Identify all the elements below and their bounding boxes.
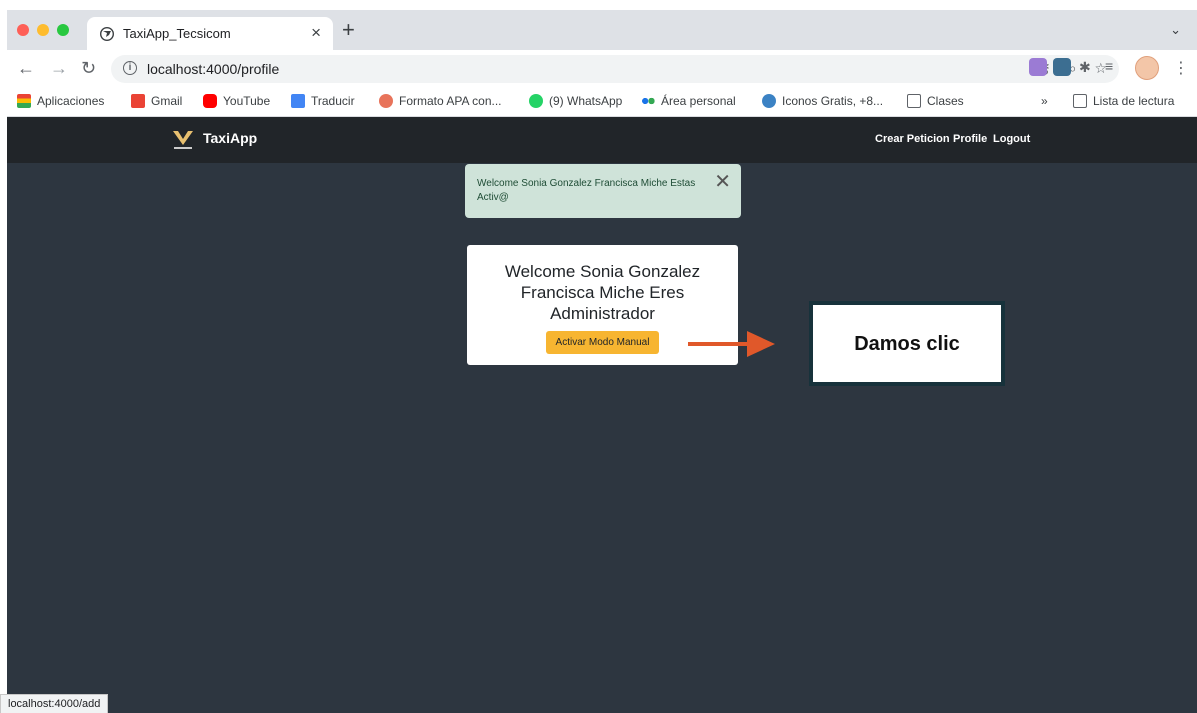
extensions-puzzle-icon[interactable]: ✱ — [1079, 59, 1091, 76]
activar-modo-manual-button[interactable]: Activar Modo Manual — [545, 331, 660, 354]
globe-icon — [100, 27, 114, 41]
reading-list-button[interactable]: Lista de lectura — [1073, 94, 1174, 108]
browser-menu-icon[interactable]: ⋮ — [1173, 58, 1189, 78]
minimize-window-button[interactable] — [37, 24, 49, 36]
apa-icon — [379, 94, 393, 108]
nav-crear-peticion[interactable]: Crear Peticion — [875, 133, 950, 145]
back-arrow-icon[interactable]: ← — [17, 58, 35, 78]
forward-arrow-icon[interactable]: → — [50, 58, 68, 78]
browser-toolbar: ← → ↻ i localhost:4000/profile ⚷ ⌕ ☆ ✱ ≡… — [7, 50, 1197, 87]
taxiapp-logo-icon[interactable] — [171, 129, 195, 151]
gmail-icon — [131, 94, 145, 108]
browser-window: TaxiApp_Tecsicom × + ⌄ ← → ↻ i localhost… — [7, 10, 1197, 713]
tab-search-chevron-icon[interactable]: ⌄ — [1170, 22, 1181, 38]
address-bar[interactable]: i localhost:4000/profile ⚷ ⌕ ☆ — [111, 55, 1119, 83]
profile-avatar[interactable] — [1135, 56, 1159, 80]
bookmark-iconos[interactable]: Iconos Gratis, +8... — [762, 94, 883, 108]
nav-logout[interactable]: Logout — [993, 133, 1030, 145]
welcome-card: Welcome Sonia Gonzalez Francisca Miche E… — [467, 245, 738, 365]
tab-title: TaxiApp_Tecsicom — [123, 26, 231, 41]
extension-glasses-icon[interactable] — [1029, 58, 1047, 76]
whatsapp-icon — [529, 94, 543, 108]
bookmark-clases[interactable]: Clases — [907, 94, 964, 108]
tab-strip: TaxiApp_Tecsicom × + ⌄ — [7, 10, 1197, 50]
bookmark-apps[interactable]: Aplicaciones — [17, 94, 104, 108]
annotation-arrow-head-icon — [747, 331, 775, 357]
folder-icon — [907, 94, 921, 108]
reading-mode-icon[interactable]: ≡ — [1105, 58, 1113, 74]
bookmarks-bar: Aplicaciones Gmail YouTube Traducir Form… — [7, 87, 1197, 117]
extension-pen-icon[interactable] — [1053, 58, 1071, 76]
reload-icon[interactable]: ↻ — [81, 58, 96, 78]
brand-name[interactable]: TaxiApp — [203, 130, 257, 146]
url-text[interactable]: localhost:4000/profile — [147, 61, 279, 77]
dots-icon — [641, 94, 655, 108]
tab-close-icon[interactable]: × — [311, 23, 321, 43]
nav-profile[interactable]: Profile — [953, 133, 987, 145]
reading-list-icon — [1073, 94, 1087, 108]
youtube-icon — [203, 94, 217, 108]
annotation-arrow-line — [688, 342, 748, 346]
annotation-callout: Damos clic — [809, 301, 1005, 386]
status-url-bubble: localhost:4000/add — [0, 694, 109, 713]
browser-tab[interactable]: TaxiApp_Tecsicom × — [87, 17, 333, 50]
welcome-alert: Welcome Sonia Gonzalez Francisca Miche E… — [465, 164, 741, 218]
app-navbar: TaxiApp Crear Peticion Profile Logout — [7, 117, 1197, 163]
translate-icon — [291, 94, 305, 108]
close-window-button[interactable] — [17, 24, 29, 36]
alert-message: Welcome Sonia Gonzalez Francisca Miche E… — [477, 178, 696, 203]
bookmark-traducir[interactable]: Traducir — [291, 94, 355, 108]
bookmark-apa[interactable]: Formato APA con... — [379, 94, 502, 108]
maximize-window-button[interactable] — [57, 24, 69, 36]
alert-close-icon[interactable]: ✕ — [714, 172, 731, 192]
bookmark-whatsapp[interactable]: (9) WhatsApp — [529, 94, 622, 108]
card-title: Welcome Sonia Gonzalez Francisca Miche E… — [504, 262, 701, 323]
new-tab-button[interactable]: + — [342, 17, 355, 43]
bookmarks-overflow-button[interactable]: » — [1041, 94, 1048, 108]
apps-grid-icon — [17, 94, 31, 108]
flaticon-icon — [762, 94, 776, 108]
site-info-icon[interactable]: i — [123, 61, 137, 75]
callout-text: Damos clic — [854, 333, 960, 355]
bookmark-area-personal[interactable]: Área personal — [641, 94, 736, 108]
bookmark-youtube[interactable]: YouTube — [203, 94, 270, 108]
bookmark-gmail[interactable]: Gmail — [131, 94, 182, 108]
